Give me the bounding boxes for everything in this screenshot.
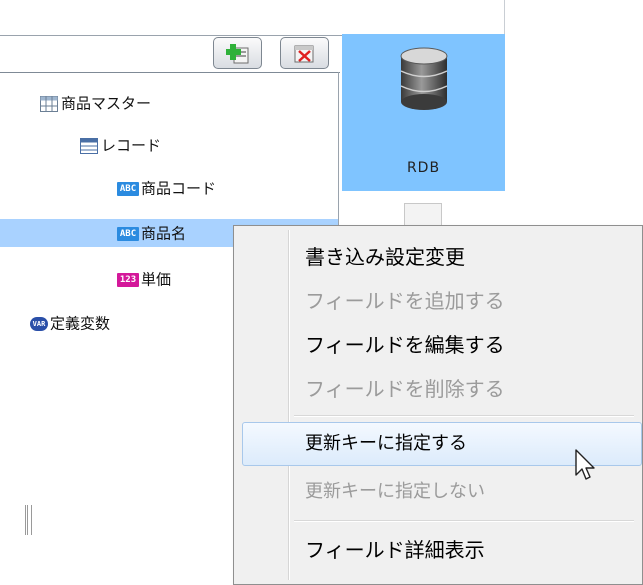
- tree-item-field[interactable]: 123 単価: [117, 265, 171, 293]
- menu-separator: [294, 415, 634, 417]
- tree-item-table[interactable]: 商品マスター: [40, 89, 151, 117]
- frame-divider: [504, 0, 505, 34]
- tree-item-label: 商品マスター: [61, 94, 152, 113]
- menu-gutter-highlight: [289, 230, 290, 580]
- add-field-icon: [226, 44, 249, 64]
- tree-item-label: 商品名: [141, 224, 187, 243]
- top-band: [0, 0, 505, 34]
- connector-label: RDB: [406, 160, 441, 176]
- delete-field-button[interactable]: [280, 37, 329, 69]
- delete-field-icon: [294, 45, 314, 63]
- context-menu: 書き込み設定変更 フィールドを追加する フィールドを編集する フィールドを削除す…: [233, 225, 643, 585]
- menu-item-set-update-key[interactable]: 更新キーに指定する: [305, 429, 467, 459]
- record-icon: [80, 137, 98, 154]
- resize-grip[interactable]: [25, 505, 32, 535]
- rdb-connector-tile[interactable]: RDB: [342, 34, 505, 191]
- menu-separator: [294, 520, 634, 522]
- mouse-cursor-icon: [575, 449, 595, 480]
- tree-item-label: 単価: [141, 270, 172, 289]
- tree-item-variables[interactable]: VAR 定義変数: [30, 309, 110, 337]
- var-badge-icon: VAR: [30, 316, 48, 331]
- menu-item-change-write-settings[interactable]: 書き込み設定変更: [305, 242, 465, 272]
- menu-item-add-field[interactable]: フィールドを追加する: [305, 286, 505, 316]
- connector-icon: [404, 203, 442, 227]
- menu-item-unset-update-key[interactable]: 更新キーに指定しない: [305, 477, 485, 507]
- tree-item-field[interactable]: ABC 商品コード: [117, 174, 216, 202]
- tree-item-label: 商品コード: [141, 179, 217, 198]
- table-icon: [40, 95, 58, 112]
- number-badge-icon: 123: [117, 272, 139, 287]
- database-icon: [400, 47, 448, 110]
- tree-item-record[interactable]: レコード: [80, 131, 161, 159]
- menu-item-field-details[interactable]: フィールド詳細表示: [305, 535, 485, 565]
- abc-badge-icon: ABC: [117, 181, 139, 196]
- abc-badge-icon: ABC: [117, 226, 139, 241]
- add-field-button[interactable]: [213, 37, 262, 69]
- tree-panel-border: [0, 72, 340, 73]
- menu-item-edit-field[interactable]: フィールドを編集する: [305, 330, 505, 360]
- menu-item-delete-field[interactable]: フィールドを削除する: [305, 374, 505, 404]
- tree-item-label: レコード: [101, 136, 162, 155]
- tree-item-label: 定義変数: [50, 314, 111, 333]
